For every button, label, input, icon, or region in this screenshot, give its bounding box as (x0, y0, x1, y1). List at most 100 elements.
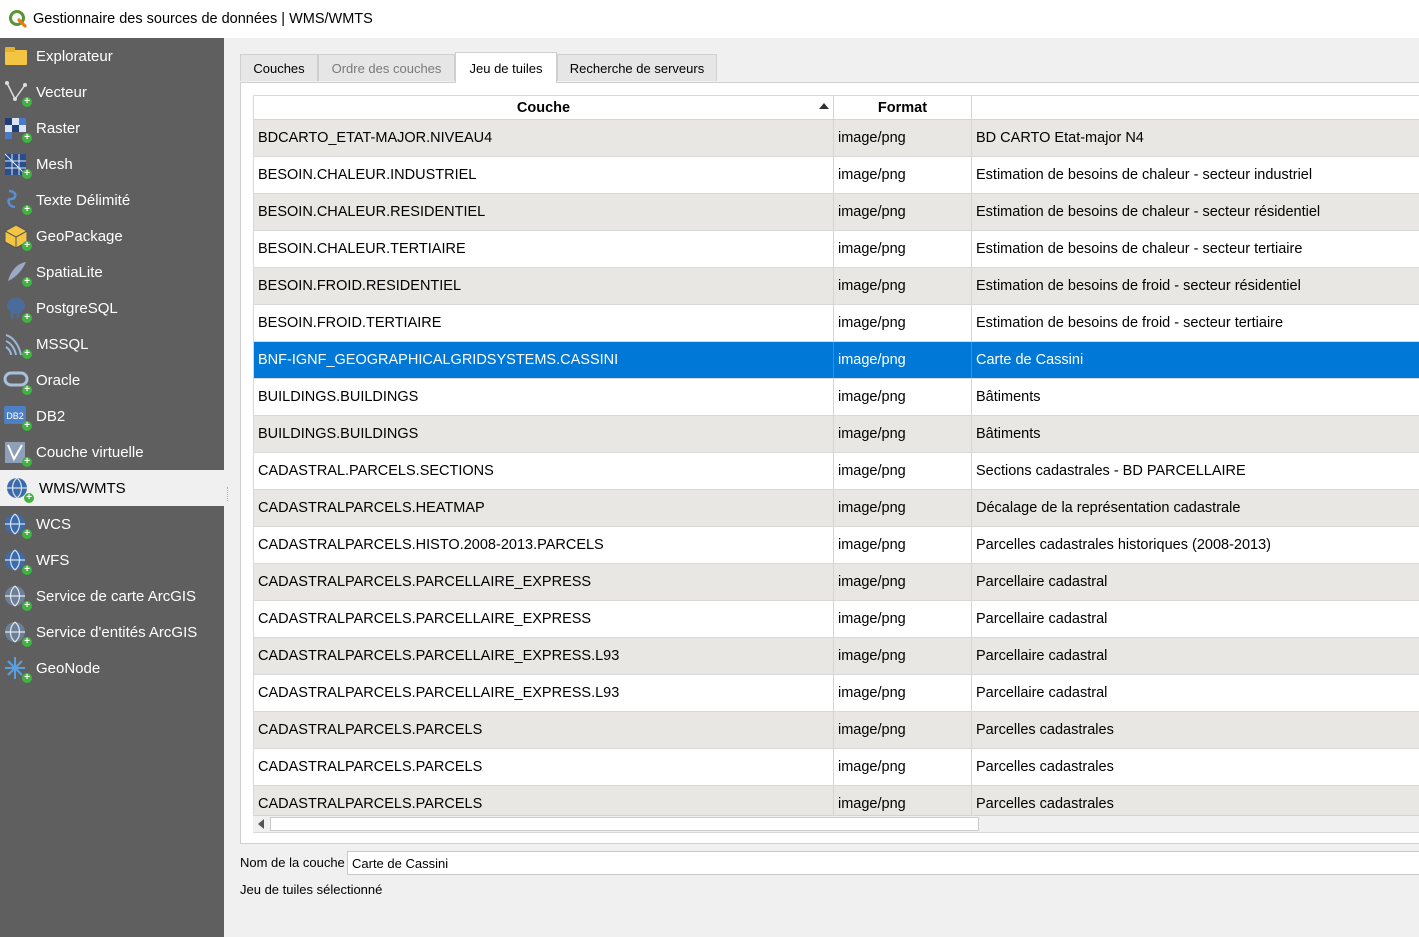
sidebar-item-wcs[interactable]: + WCS (0, 506, 224, 542)
column-header-couche[interactable]: Couche (254, 96, 834, 119)
add-plus-icon: + (22, 385, 32, 395)
table-row[interactable]: BESOIN.FROID.RESIDENTIEL image/png Estimat… (254, 268, 1419, 305)
scrollbar-thumb[interactable] (270, 817, 979, 831)
cell-title: Parcelles cadastrales historiques (2008-… (976, 537, 1271, 553)
table-row[interactable]: CADASTRALPARCELS.PARCELS image/png Parcell… (254, 712, 1419, 749)
cell-title: Parcellaire cadastral (976, 574, 1108, 590)
cell-title: Bâtiments (976, 389, 1041, 405)
cell-format: image/png (834, 749, 972, 785)
sidebar-item-explorateur[interactable]: Explorateur (0, 38, 224, 74)
sidebar-item-service-de-carte-arcgis[interactable]: + Service de carte ArcGIS (0, 578, 224, 614)
delimited-text-icon: + (3, 187, 32, 215)
column-header-label: Format (877, 99, 928, 116)
add-plus-icon: + (24, 493, 34, 503)
sidebar-item-label: Couche virtuelle (36, 443, 144, 461)
cell-title: Carte de Cassini (976, 352, 1084, 368)
column-header-format[interactable]: Format (834, 96, 972, 119)
sidebar-item-spatialite[interactable]: + SpatiaLite (0, 254, 224, 290)
arcgis-feature-icon: + (3, 619, 32, 647)
table-row[interactable]: CADASTRALPARCELS.PARCELLAIRE_EXPRESS imag… (254, 601, 1419, 638)
sidebar-item-geopackage[interactable]: + GeoPackage (0, 218, 224, 254)
table-row[interactable]: CADASTRALPARCELS.PARCELLAIRE_EXPRESS imag… (254, 564, 1419, 601)
table-row[interactable]: BUILDINGS.BUILDINGS image/png Bâtiments (254, 416, 1419, 453)
table-row[interactable]: CADASTRALPARCELS.PARCELLAIRE_EXPRESS.L93… (254, 638, 1419, 675)
layer-name-input[interactable] (347, 851, 1419, 875)
column-header-title[interactable] (972, 96, 1419, 119)
horizontal-scrollbar[interactable] (253, 815, 1419, 832)
sidebar-item-couche-virtuelle[interactable]: + Couche virtuelle (0, 434, 224, 470)
sidebar-item-service-d-entit-s-arcgis[interactable]: + Service d'entités ArcGIS (0, 614, 224, 650)
cell-layer-id: CADASTRALPARCELS.HISTO.2008-2013.PARCELS (254, 527, 834, 563)
tab-ordre-des-couches[interactable]: Ordre des couches (318, 54, 455, 81)
cell-layer-id: BUILDINGS.BUILDINGS (254, 379, 834, 415)
add-plus-icon: + (22, 457, 32, 467)
cell-layer-id: CADASTRALPARCELS.PARCELLAIRE_EXPRESS.L93 (254, 675, 834, 711)
cell-layer-id: BDCARTO_ETAT-MAJOR.NIVEAU4 (254, 120, 834, 156)
cell-title: Estimation de besoins de froid - secteur… (976, 315, 1284, 331)
sidebar-item-vecteur[interactable]: + Vecteur (0, 74, 224, 110)
cell-title: Parcellaire cadastral (976, 648, 1108, 664)
sidebar-item-label: WCS (36, 515, 71, 533)
cell-format: image/png (834, 601, 972, 637)
add-plus-icon: + (22, 277, 32, 287)
add-plus-icon: + (22, 97, 32, 107)
sidebar-item-label: MSSQL (36, 335, 89, 353)
table-row[interactable]: CADASTRALPARCELS.PARCELS image/png Parcell… (254, 749, 1419, 786)
table-row[interactable]: BESOIN.CHALEUR.INDUSTRIEL image/png Estima… (254, 157, 1419, 194)
geopackage-icon: + (3, 223, 32, 251)
cell-title: Sections cadastrales - BD PARCELLAIRE (976, 463, 1246, 479)
splitter-handle[interactable] (227, 487, 230, 501)
cell-title: Parcelles cadastrales (976, 759, 1114, 775)
sidebar-item-texte-d-limit[interactable]: + Texte Délimité (0, 182, 224, 218)
cell-format: image/png (834, 527, 972, 563)
table-row[interactable]: BESOIN.FROID.TERTIAIRE image/png Estimatio… (254, 305, 1419, 342)
add-plus-icon: + (22, 529, 32, 539)
sidebar-item-label: GeoPackage (36, 227, 123, 245)
sidebar-item-label: Texte Délimité (36, 191, 131, 209)
tab-recherche-de-serveurs[interactable]: Recherche de serveurs (557, 54, 717, 81)
tab-couches[interactable]: Couches (240, 54, 318, 81)
folder-icon (3, 43, 29, 69)
sidebar-item-mssql[interactable]: + MSSQL (0, 326, 224, 362)
qgis-logo-icon (9, 10, 27, 28)
add-plus-icon: + (22, 241, 32, 251)
table-row[interactable]: CADASTRALPARCELS.HEATMAP image/png Décalag… (254, 490, 1419, 527)
cell-layer-id: BNF-IGNF_GEOGRAPHICALGRIDSYSTEMS.CASSINI (254, 342, 834, 378)
tileset-table[interactable]: Couche Format BDCARTO_ETAT-MAJOR.NIVEAU4… (253, 95, 1419, 833)
sidebar-item-wfs[interactable]: + WFS (0, 542, 224, 578)
cell-title: Estimation de besoins de chaleur - secte… (976, 241, 1303, 257)
sidebar-item-label: Service de carte ArcGIS (36, 587, 197, 605)
sidebar-item-db2[interactable]: DB2 + DB2 (0, 398, 224, 434)
table-row[interactable]: BNF-IGNF_GEOGRAPHICALGRIDSYSTEMS.CASSINI… (254, 342, 1419, 379)
table-row[interactable]: CADASTRALPARCELS.HISTO.2008-2013.PARCELS… (254, 527, 1419, 564)
sidebar-item-geonode[interactable]: + GeoNode (0, 650, 224, 686)
cell-format: image/png (834, 675, 972, 711)
title-bar: Gestionnaire des sources de données | WM… (0, 0, 1419, 38)
arcgis-map-icon: + (3, 583, 32, 611)
cell-format: image/png (834, 157, 972, 193)
window-title: Gestionnaire des sources de données | WM… (33, 11, 373, 27)
cell-title: Parcelles cadastrales (976, 722, 1114, 738)
sidebar-item-postgresql[interactable]: + PostgreSQL (0, 290, 224, 326)
tab-jeu-de-tuiles[interactable]: Jeu de tuiles (455, 52, 557, 83)
scroll-left-icon[interactable] (258, 819, 264, 829)
cell-layer-id: BUILDINGS.BUILDINGS (254, 416, 834, 452)
cell-layer-id: BESOIN.FROID.TERTIAIRE (254, 305, 834, 341)
table-row[interactable]: CADASTRALPARCELS.PARCELLAIRE_EXPRESS.L93… (254, 675, 1419, 712)
table-row[interactable]: BESOIN.CHALEUR.TERTIAIRE image/png Estimat… (254, 231, 1419, 268)
cell-format: image/png (834, 490, 972, 526)
table-row[interactable]: BUILDINGS.BUILDINGS image/png Bâtiments (254, 379, 1419, 416)
sidebar-item-label: WFS (36, 551, 70, 569)
status-text: Jeu de tuiles sélectionné (240, 882, 383, 897)
sidebar-item-raster[interactable]: + Raster (0, 110, 224, 146)
sidebar-item-mesh[interactable]: + Mesh (0, 146, 224, 182)
oracle-icon: + (3, 367, 32, 395)
raster-icon: + (3, 115, 32, 143)
sidebar-item-wms-wmts[interactable]: + WMS/WMTS (0, 470, 224, 506)
table-row[interactable]: CADASTRAL.PARCELS.SECTIONS image/png Secti… (254, 453, 1419, 490)
table-row[interactable]: BDCARTO_ETAT-MAJOR.NIVEAU4 image/png BD CA… (254, 120, 1419, 157)
sidebar-item-oracle[interactable]: + Oracle (0, 362, 224, 398)
table-row[interactable]: BESOIN.CHALEUR.RESIDENTIEL image/png Estim… (254, 194, 1419, 231)
cell-layer-id: CADASTRALPARCELS.PARCELS (254, 712, 834, 748)
cell-layer-id: CADASTRALPARCELS.PARCELLAIRE_EXPRESS.L93 (254, 638, 834, 674)
